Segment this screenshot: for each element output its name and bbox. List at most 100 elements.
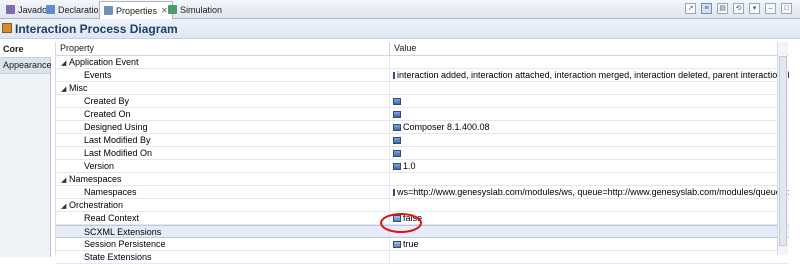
property-label: Created On [84,109,131,119]
categories-toggle-icon[interactable]: ≡ [701,3,712,14]
property-label: Session Persistence [84,239,166,249]
table-row[interactable]: Read Context false [56,212,789,225]
value-cell[interactable] [390,108,789,120]
table-row[interactable]: Events interaction added, interaction att… [56,69,789,82]
tab-declaration[interactable]: Declaration [42,2,108,17]
property-cell: ◢ Orchestration [56,199,390,211]
value-type-icon [393,136,401,144]
table-row[interactable]: Namespaces ws=http://www.genesyslab.com/m… [56,186,789,199]
property-label: Namespaces [69,174,122,184]
property-label: Last Modified By [84,135,151,145]
property-label: Last Modified On [84,148,153,158]
property-label: State Extensions [84,252,152,262]
value-type-icon [393,188,395,196]
property-label: Designed Using [84,122,148,132]
filter-icon[interactable]: ▤ [717,3,728,14]
value-cell[interactable] [390,226,789,237]
value-cell[interactable]: Composer 8.1.400.08 [390,121,789,133]
section-tab-core[interactable]: Core [0,42,51,58]
property-value: true [403,239,419,249]
page-title: Interaction Process Diagram [15,22,178,36]
value-cell [390,82,789,94]
property-value: ws=http://www.genesyslab.com/modules/ws,… [397,187,789,197]
property-cell: Read Context [56,212,390,224]
value-type-icon [393,240,401,248]
view-menu-icon[interactable]: ▾ [749,3,760,14]
property-cell: Namespaces [56,186,390,198]
property-label: Events [84,70,112,80]
table-row[interactable]: State Extensions [56,251,789,264]
properties-header: Interaction Process Diagram [0,19,800,39]
pin-icon[interactable]: ↗ [685,3,696,14]
value-cell [390,56,789,68]
property-cell: ◢ Application Event [56,56,390,68]
view-toolbar: ↗ ≡ ▤ ⟲ ▾ – □ [685,3,792,14]
table-row[interactable]: Session Persistence true [56,238,789,251]
property-cell: Events [56,69,390,81]
value-cell[interactable] [390,134,789,146]
property-cell: ◢ Misc [56,82,390,94]
expand-arrow-icon[interactable]: ◢ [61,84,69,94]
value-type-icon [393,71,395,79]
value-type-icon [393,110,401,118]
restore-default-icon[interactable]: ⟲ [733,3,744,14]
property-cell: Version [56,160,390,172]
property-cell: Created On [56,108,390,120]
property-cell: Last Modified On [56,147,390,159]
property-label: Misc [69,83,88,93]
property-label: Application Event [69,57,139,67]
property-label: SCXML Extensions [84,227,162,237]
property-value: interaction added, interaction attached,… [397,70,789,80]
value-type-icon [393,149,401,157]
table-row[interactable]: Last Modified By [56,134,789,147]
category-row[interactable]: ◢ Orchestration [56,199,789,212]
tab-simulation[interactable]: Simulation [164,2,226,17]
value-cell[interactable] [390,95,789,107]
property-label: Orchestration [69,200,124,210]
value-cell[interactable]: ws=http://www.genesyslab.com/modules/ws,… [390,186,789,198]
expand-arrow-icon[interactable]: ◢ [61,175,69,185]
value-cell[interactable]: false [390,212,789,224]
value-cell[interactable] [390,251,789,263]
properties-section-tabs: Core Appearance [0,42,52,257]
category-row[interactable]: ◢ Application Event [56,56,789,69]
maximize-icon[interactable]: □ [781,3,792,14]
properties-icon [104,6,113,15]
table-row[interactable]: SCXML Extensions [56,225,789,238]
expand-arrow-icon[interactable]: ◢ [61,58,69,68]
table-row[interactable]: Version 1.0 [56,160,789,173]
annotation-circle [380,213,422,233]
table-header: Property Value [56,42,789,56]
table-row[interactable]: Designed Using Composer 8.1.400.08 [56,121,789,134]
category-row[interactable]: ◢ Misc [56,82,789,95]
simulation-icon [168,5,177,14]
value-type-icon [393,97,401,105]
tab-properties[interactable]: Properties ✕ [99,1,173,19]
value-cell [390,199,789,211]
declaration-icon [46,5,55,14]
view-tab-bar: Javadoc Declaration Properties ✕ Simulat… [0,0,800,19]
diagram-icon [2,23,12,33]
value-cell[interactable]: true [390,238,789,250]
property-cell: Created By [56,95,390,107]
minimize-icon[interactable]: – [765,3,776,14]
property-cell: State Extensions [56,251,390,263]
vertical-scrollbar[interactable] [777,42,788,255]
property-cell: Last Modified By [56,134,390,146]
table-row[interactable]: Last Modified On [56,147,789,160]
column-header-property[interactable]: Property [56,42,390,55]
value-cell[interactable]: 1.0 [390,160,789,172]
scrollbar-thumb[interactable] [779,56,787,246]
table-row[interactable]: Created By [56,95,789,108]
property-cell: ◢ Namespaces [56,173,390,185]
property-table: Property Value ◢ Application Event Events i… [55,42,789,264]
property-value: 1.0 [403,161,416,171]
expand-arrow-icon[interactable]: ◢ [61,201,69,211]
category-row[interactable]: ◢ Namespaces [56,173,789,186]
property-value: Composer 8.1.400.08 [403,122,490,132]
section-tab-appearance[interactable]: Appearance [0,58,52,74]
column-header-value[interactable]: Value [390,42,789,55]
value-cell[interactable] [390,147,789,159]
table-row[interactable]: Created On [56,108,789,121]
value-cell[interactable]: interaction added, interaction attached,… [390,69,789,81]
